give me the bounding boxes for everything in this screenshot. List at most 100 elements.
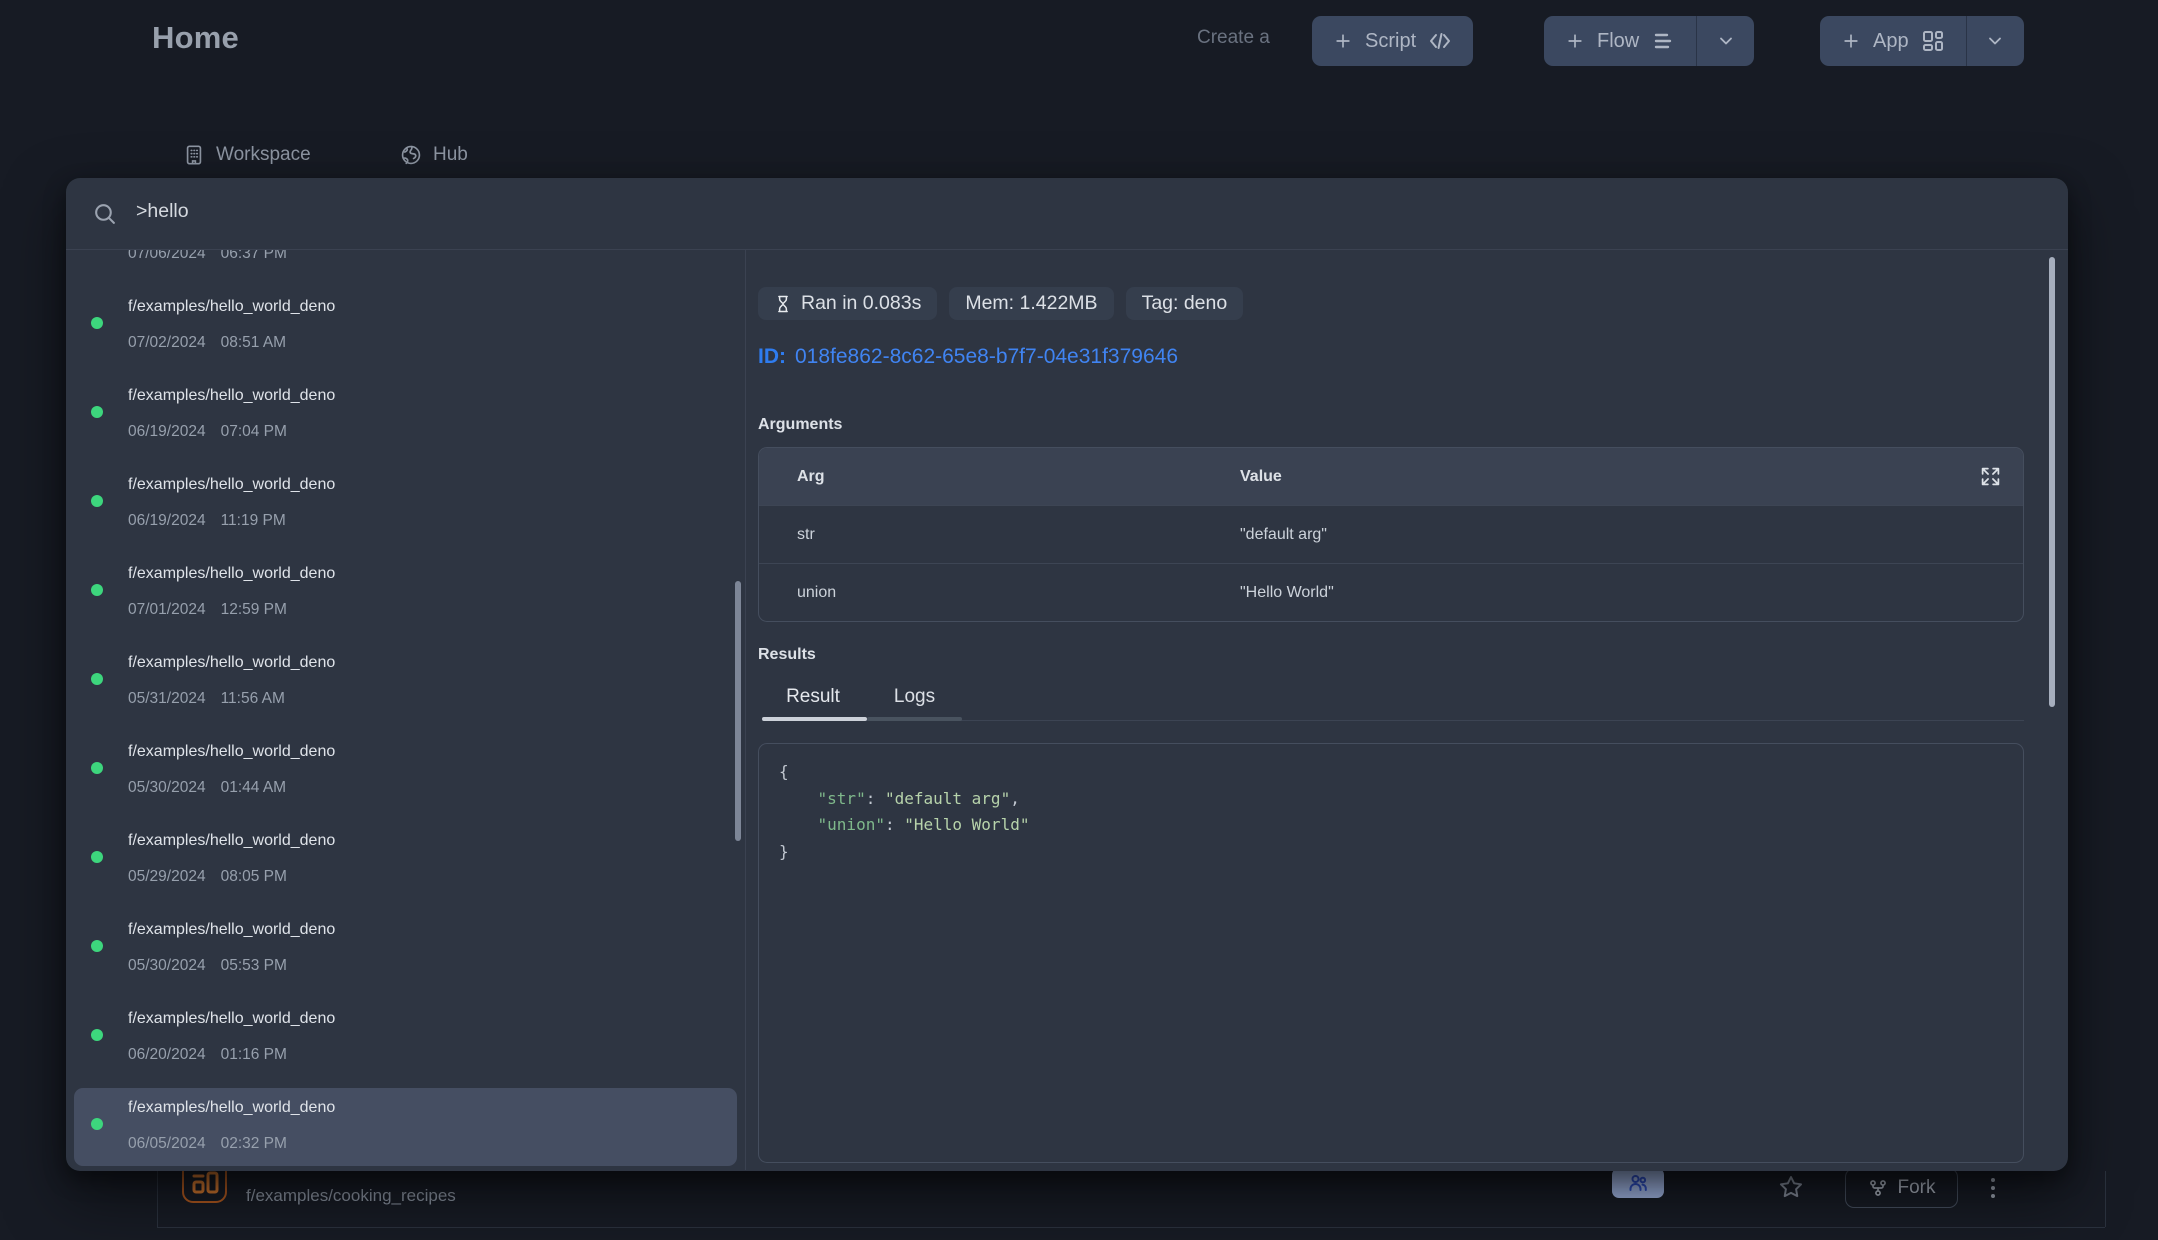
details-scrollbar-thumb[interactable] bbox=[2049, 257, 2055, 707]
run-datetime: 05/31/202411:56 AM bbox=[128, 690, 285, 708]
background-table-left-border bbox=[157, 1171, 158, 1227]
plus-icon bbox=[1565, 31, 1585, 51]
arguments-table-header: Arg Value bbox=[759, 448, 2023, 505]
kebab-menu-icon[interactable] bbox=[1985, 1176, 2001, 1200]
code-line: "union": "Hello World" bbox=[779, 812, 2003, 839]
success-dot-icon bbox=[91, 406, 103, 418]
argument-value: "default arg" bbox=[1240, 526, 1327, 544]
argument-name: str bbox=[759, 526, 1240, 544]
active-tab-underline bbox=[762, 717, 867, 721]
run-datetime: 07/02/202408:51 AM bbox=[128, 334, 286, 352]
tab-hub-label: Hub bbox=[433, 144, 468, 166]
argument-value: "Hello World" bbox=[1240, 584, 1334, 602]
tab-workspace[interactable]: Workspace bbox=[183, 144, 311, 166]
tag-badge: Tag: deno bbox=[1126, 287, 1244, 320]
run-datetime: 05/30/202405:53 PM bbox=[128, 957, 287, 975]
success-dot-icon bbox=[91, 584, 103, 596]
run-path: f/examples/hello_world_deno bbox=[128, 743, 335, 761]
run-path: f/examples/hello_world_deno bbox=[128, 921, 335, 939]
create-flow-button-main[interactable]: Flow bbox=[1544, 16, 1696, 66]
fork-button-label: Fork bbox=[1898, 1177, 1936, 1199]
logs-tab-underline bbox=[867, 717, 962, 721]
run-list-item[interactable]: f/examples/hello_world_deno 06/05/202402:… bbox=[74, 1088, 737, 1166]
run-list-item[interactable]: f/examples/hello_world_deno 05/30/202405:… bbox=[74, 910, 737, 999]
run-path: f/examples/hello_world_deno bbox=[128, 476, 335, 494]
run-list-item[interactable]: f/examples/hello_world_deno06/20/202401:… bbox=[74, 999, 737, 1088]
run-id-label: ID: bbox=[758, 345, 786, 369]
create-flow-dropdown-button[interactable] bbox=[1696, 16, 1754, 66]
run-list-item[interactable]: f/examples/hello_world_deno 07/01/202412:… bbox=[74, 554, 737, 643]
command-palette-modal: >hello f/examples/hello_world_deno 07/06/… bbox=[66, 178, 2068, 1171]
run-list-item[interactable]: f/examples/hello_world_deno07/02/202408:… bbox=[74, 287, 737, 376]
run-path: f/examples/hello_world_deno bbox=[128, 387, 335, 405]
star-icon[interactable] bbox=[1778, 1174, 1804, 1200]
chevron-down-icon bbox=[1716, 31, 1736, 51]
success-dot-icon bbox=[91, 940, 103, 952]
success-dot-icon bbox=[91, 317, 103, 329]
duration-badge: Ran in 0.083s bbox=[758, 287, 937, 320]
dashboard-grid-icon bbox=[1921, 29, 1945, 53]
success-dot-icon bbox=[91, 495, 103, 507]
run-datetime: 06/19/202407:04 PM bbox=[128, 423, 287, 441]
create-flow-label: Flow bbox=[1597, 30, 1639, 53]
run-id-value[interactable]: 018fe862-8c62-65e8-b7f7-04e31f379646 bbox=[795, 345, 1178, 369]
success-dot-icon bbox=[91, 1029, 103, 1041]
search-bar[interactable]: >hello bbox=[66, 178, 2068, 250]
arg-column-header: Arg bbox=[759, 468, 1240, 486]
code-icon bbox=[1428, 29, 1452, 53]
building-icon bbox=[183, 144, 205, 166]
chevron-down-icon bbox=[1985, 31, 2005, 51]
runs-scrollbar-thumb[interactable] bbox=[735, 581, 741, 841]
arguments-heading: Arguments bbox=[758, 416, 2024, 434]
run-list-item[interactable]: f/examples/hello_world_deno05/31/202411:… bbox=[74, 643, 737, 732]
success-dot-icon bbox=[91, 762, 103, 774]
create-script-label: Script bbox=[1365, 30, 1416, 53]
run-list-item[interactable]: f/examples/hello_world_deno 06/19/202407:… bbox=[74, 376, 737, 465]
create-script-button-main[interactable]: Script bbox=[1312, 16, 1473, 66]
run-datetime: 06/05/202402:32 PM bbox=[128, 1135, 287, 1153]
run-datetime: 07/06/202406:37 PM bbox=[128, 250, 287, 263]
arguments-table: Arg Value str"default arg" union"Hello Wo… bbox=[758, 447, 2024, 622]
git-fork-icon bbox=[1868, 1178, 1888, 1198]
tab-hub[interactable]: Hub bbox=[400, 144, 468, 166]
run-path: f/examples/hello_world_deno bbox=[128, 565, 335, 583]
runs-list: f/examples/hello_world_deno 07/06/202406:… bbox=[66, 250, 746, 1170]
value-column-header: Value bbox=[1240, 468, 1282, 486]
create-a-label: Create a bbox=[1197, 27, 1270, 49]
run-path: f/examples/hello_world_deno bbox=[128, 832, 335, 850]
argument-row: union"Hello World" bbox=[759, 563, 2023, 621]
success-dot-icon bbox=[91, 673, 103, 685]
run-id-row: ID: 018fe862-8c62-65e8-b7f7-04e31f379646 bbox=[758, 345, 2024, 369]
background-table-row-border bbox=[157, 1227, 2105, 1228]
run-datetime: 07/01/202412:59 PM bbox=[128, 601, 287, 619]
run-path: f/examples/hello_world_deno bbox=[128, 1099, 335, 1117]
run-datetime: 06/19/202411:19 PM bbox=[128, 512, 286, 530]
tab-logs[interactable]: Logs bbox=[867, 686, 962, 728]
create-flow-button[interactable]: Flow bbox=[1544, 16, 1754, 66]
plus-icon bbox=[1333, 31, 1353, 51]
search-input[interactable]: >hello bbox=[136, 200, 189, 223]
run-list-item[interactable]: f/examples/hello_world_deno05/29/202408:… bbox=[74, 821, 737, 910]
run-datetime: 06/20/202401:16 PM bbox=[128, 1046, 287, 1064]
code-line: } bbox=[779, 839, 2003, 866]
run-list-item[interactable]: f/examples/hello_world_deno 06/19/202411:… bbox=[74, 465, 737, 554]
search-icon bbox=[92, 201, 117, 226]
run-details-pane: Ran in 0.083s Mem: 1.422MB Tag: deno ID:… bbox=[746, 250, 2068, 1170]
code-line: "str": "default arg", bbox=[779, 786, 2003, 813]
create-app-dropdown-button[interactable] bbox=[1966, 16, 2024, 66]
tab-result[interactable]: Result bbox=[762, 686, 864, 728]
create-app-button[interactable]: App bbox=[1820, 16, 2024, 66]
result-json-viewer[interactable]: { "str": "default arg", "union": "Hello … bbox=[758, 743, 2024, 1163]
fork-button[interactable]: Fork bbox=[1845, 1168, 1958, 1208]
run-list-item[interactable]: f/examples/hello_world_deno07/06/202406:… bbox=[74, 250, 737, 287]
memory-badge: Mem: 1.422MB bbox=[949, 287, 1113, 320]
run-list-item[interactable]: f/examples/hello_world_deno05/30/202401:… bbox=[74, 732, 737, 821]
argument-name: union bbox=[759, 584, 1240, 602]
success-dot-icon bbox=[91, 851, 103, 863]
create-app-button-main[interactable]: App bbox=[1820, 16, 1966, 66]
background-item-path[interactable]: f/examples/cooking_recipes bbox=[246, 1186, 456, 1206]
expand-icon[interactable] bbox=[1980, 466, 2001, 487]
create-script-button[interactable]: Script bbox=[1312, 16, 1473, 66]
run-badges: Ran in 0.083s Mem: 1.422MB Tag: deno bbox=[758, 287, 2024, 320]
flow-icon bbox=[1651, 29, 1675, 53]
